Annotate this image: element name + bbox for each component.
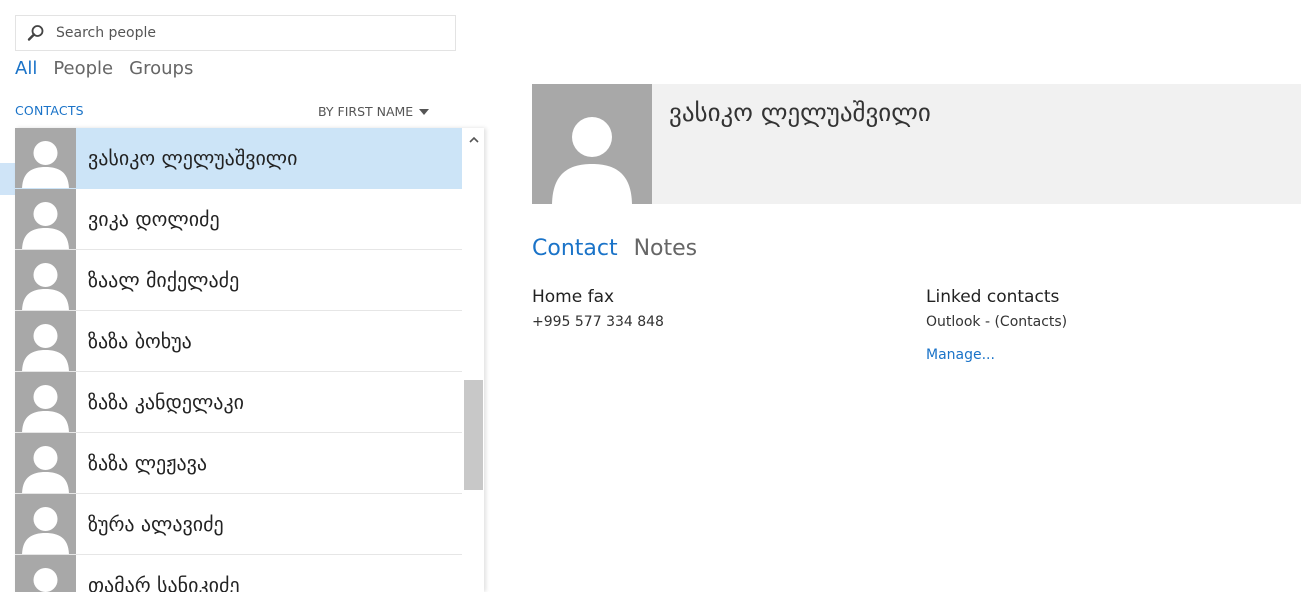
list-scrollbar[interactable] <box>463 128 484 592</box>
contact-detail-name: ვასიკო ლელუაშვილი <box>669 98 931 127</box>
contact-list: ვასიკო ლელუაშვილი ვიკა დოლიძე ზაალ მიქელ… <box>15 128 484 592</box>
contact-name: ზაზა კანდელაკი <box>88 390 245 414</box>
contact-row[interactable]: თამარ სანიკიძე <box>15 555 462 592</box>
linked-contacts-label: Linked contacts <box>926 287 1060 307</box>
manage-link[interactable]: Manage... <box>926 347 995 363</box>
avatar <box>15 250 76 310</box>
scroll-up-button[interactable] <box>463 128 484 150</box>
tab-groups[interactable]: Groups <box>129 58 193 79</box>
avatar <box>15 372 76 432</box>
contact-row[interactable]: ზაალ მიქელაძე <box>15 250 462 311</box>
chevron-up-icon <box>468 136 479 143</box>
person-icon <box>552 117 632 204</box>
avatar <box>15 494 76 554</box>
avatar <box>15 128 76 188</box>
contacts-section-label: CONTACTS <box>15 103 84 118</box>
contact-name: ვასიკო ლელუაშვილი <box>88 146 298 170</box>
sort-dropdown[interactable]: BY FIRST NAME <box>318 104 430 119</box>
sort-label: BY FIRST NAME <box>318 104 414 119</box>
contact-photo <box>532 84 652 204</box>
contact-detail-header: ვასიკო ლელუაშვილი <box>532 84 1301 204</box>
contact-name: თამარ სანიკიძე <box>88 573 240 592</box>
contact-name: ზურა ალავიძე <box>88 512 224 536</box>
caret-down-icon <box>419 108 430 115</box>
tab-notes[interactable]: Notes <box>634 236 698 261</box>
avatar <box>15 311 76 371</box>
contact-row[interactable]: ზურა ალავიძე <box>15 494 462 555</box>
contact-row[interactable]: ზაზა ლეჟავა <box>15 433 462 494</box>
selection-edge-marker <box>0 163 15 195</box>
contact-row[interactable]: ვასიკო ლელუაშვილი <box>15 128 462 189</box>
contact-row[interactable]: ზაზა ბოხუა <box>15 311 462 372</box>
contact-name: ზაალ მიქელაძე <box>88 268 240 292</box>
tab-people[interactable]: People <box>53 58 113 79</box>
contact-row[interactable]: ზაზა კანდელაკი <box>15 372 462 433</box>
avatar <box>15 189 76 249</box>
tab-all[interactable]: All <box>15 58 37 79</box>
home-fax-value: +995 577 334 848 <box>532 314 664 330</box>
avatar <box>15 433 76 493</box>
home-fax-label: Home fax <box>532 287 615 307</box>
search-icon[interactable] <box>16 24 56 42</box>
contact-name: ზაზა ბოხუა <box>88 329 192 353</box>
contact-name: ვიკა დოლიძე <box>88 207 220 231</box>
linked-contacts-value: Outlook - (Contacts) <box>926 314 1068 330</box>
avatar <box>15 555 76 592</box>
search-input[interactable] <box>56 25 436 41</box>
detail-tabs: Contact Notes <box>532 236 697 261</box>
tab-contact[interactable]: Contact <box>532 236 618 261</box>
search-box[interactable] <box>15 15 456 51</box>
filter-tabs: All People Groups <box>15 58 193 79</box>
contact-row[interactable]: ვიკა დოლიძე <box>15 189 462 250</box>
scroll-thumb[interactable] <box>464 380 483 490</box>
contact-name: ზაზა ლეჟავა <box>88 451 208 475</box>
